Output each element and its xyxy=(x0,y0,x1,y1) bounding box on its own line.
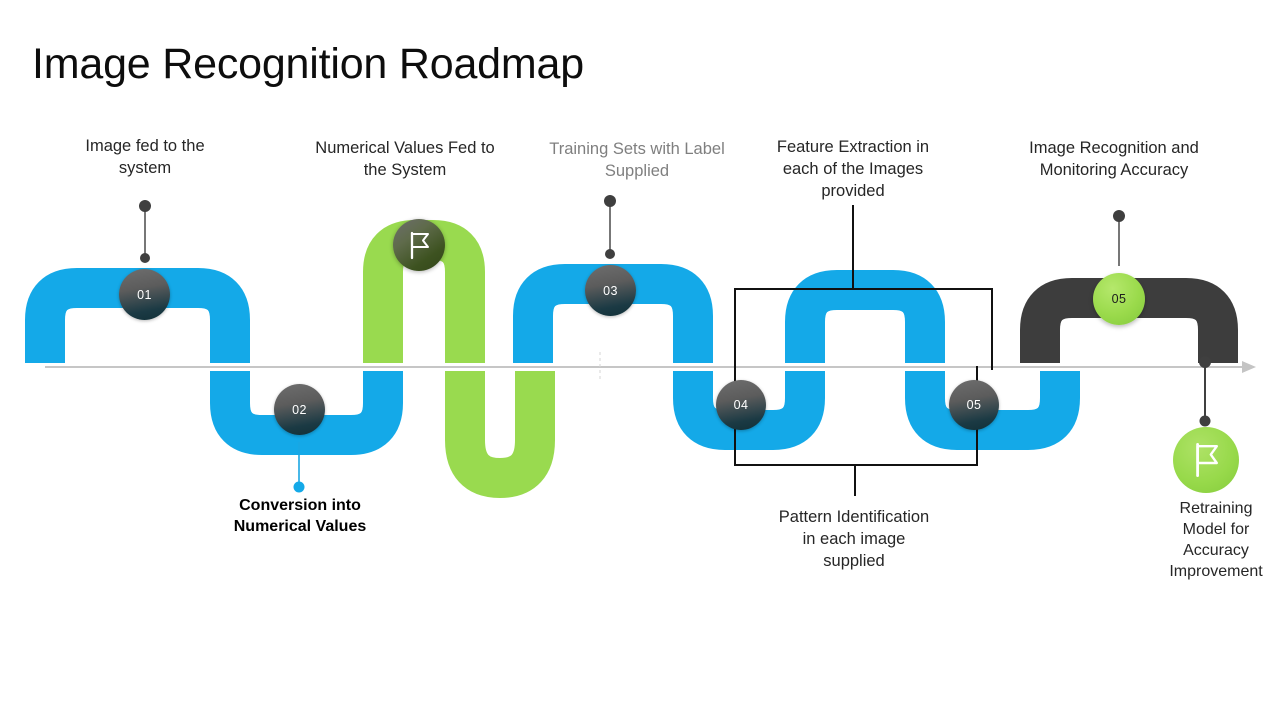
bracket-bottom-label: Pattern Identification in each image sup… xyxy=(750,507,958,572)
milestone-start-flag[interactable] xyxy=(393,219,445,271)
bracket-bottom-line3: supplied xyxy=(823,551,885,570)
step-03-label-line2: Supplied xyxy=(604,161,670,180)
connector-step-01 xyxy=(139,200,151,263)
milestone-retraining-flag[interactable] xyxy=(1173,427,1239,493)
retraining-line1: Retraining xyxy=(1179,500,1253,517)
step-03-label: Training Sets with Label Supplied xyxy=(528,139,746,183)
step-06-label-line1: Image Recognition and xyxy=(1029,139,1199,157)
retraining-line2: Model for xyxy=(1182,521,1250,539)
arrow-right-icon xyxy=(1242,361,1256,373)
step-badge-02-text: 02 xyxy=(292,402,307,417)
bracket-top-line1: Feature Extraction in xyxy=(776,138,930,156)
step-badge-03[interactable]: 03 xyxy=(585,265,636,316)
bracket-top-label: Feature Extraction in each of the Images… xyxy=(748,137,958,202)
retraining-line3: Accuracy xyxy=(1183,542,1249,560)
step-03-label-line1: Training Sets with Label xyxy=(549,140,725,158)
step-06-label: Image Recognition and Monitoring Accurac… xyxy=(1014,138,1214,182)
step-01-label: Image fed to the system xyxy=(60,136,230,180)
step-badge-04-text: 04 xyxy=(733,398,749,412)
step-02-label: Conversion into Numerical Values xyxy=(210,495,390,537)
roadmap-graphic xyxy=(25,195,1256,499)
connector-step-03 xyxy=(604,195,616,259)
step-badge-01[interactable]: 01 xyxy=(119,269,170,320)
milestone-start-label: Numerical Values Fed to the System xyxy=(305,138,505,182)
connector-step-06 xyxy=(1113,210,1125,266)
step-01-label-line2: system xyxy=(118,158,172,177)
bracket-bottom-line1: Pattern Identification xyxy=(778,508,930,526)
numerical-values-line1: Numerical Values Fed to xyxy=(315,139,495,157)
step-06-label-line2: Monitoring Accuracy xyxy=(1039,160,1189,179)
numerical-values-line2: the System xyxy=(363,160,447,179)
step-badge-05[interactable]: 05 xyxy=(949,380,999,430)
step-badge-06-text: 05 xyxy=(1111,292,1127,306)
step-02-label-line2: Numerical Values xyxy=(233,518,367,536)
bracket-top-line3: provided xyxy=(821,181,885,200)
step-badge-02[interactable]: 02 xyxy=(274,384,325,435)
flag-icon xyxy=(410,231,429,260)
step-badge-05-text: 05 xyxy=(966,398,982,412)
step-badge-01-text: 01 xyxy=(137,287,152,302)
slide-canvas: Image Recognition Roadmap Image fed to t… xyxy=(0,0,1280,720)
milestone-retraining-label: Retraining Model for Accuracy Improvemen… xyxy=(1152,498,1280,582)
step-02-label-line1: Conversion into xyxy=(239,497,361,514)
flag-icon xyxy=(1196,443,1218,477)
retraining-line4: Improvement xyxy=(1169,563,1263,581)
step-badge-03-text: 03 xyxy=(603,283,618,298)
step-badge-06[interactable]: 05 xyxy=(1093,273,1145,325)
bracket-bottom-line2: in each image xyxy=(802,529,906,548)
step-badge-04[interactable]: 04 xyxy=(716,380,766,430)
bracket-top-line2: each of the Images xyxy=(782,159,924,178)
step-01-label-line1: Image fed to the xyxy=(85,137,205,155)
